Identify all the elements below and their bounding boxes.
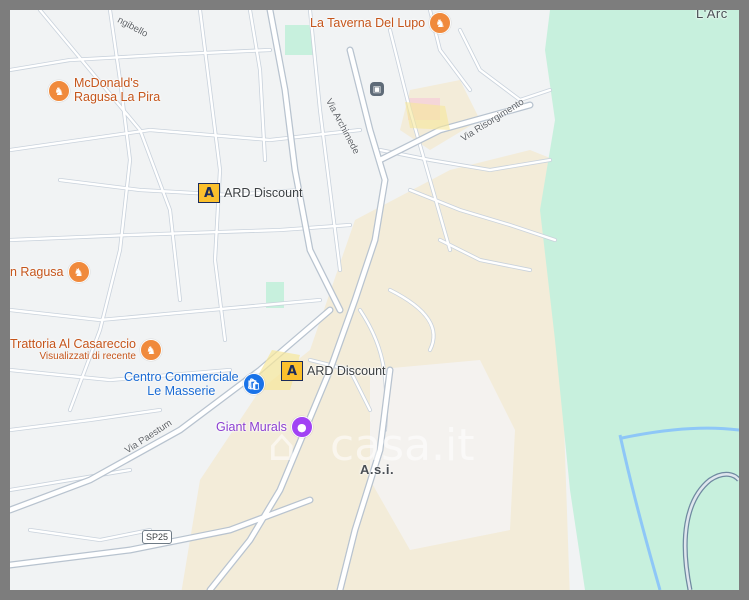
shopping-bag-icon: 🛍 [242, 373, 265, 395]
watermark-text: casa.it [330, 420, 475, 471]
poi-label: ARD Discount [307, 364, 386, 378]
poi-centro-commerciale-le-masserie[interactable]: Centro Commerciale Le Masserie 🛍 [124, 370, 265, 398]
map-canvas[interactable]: ngibello Via Archimede Via Risorgimento … [10, 10, 739, 590]
poi-ard-discount-1[interactable]: A ARD Discount [198, 183, 303, 203]
poi-la-taverna-del-lupo[interactable]: La Taverna Del Lupo ♞ [310, 12, 452, 34]
poi-label: La Taverna Del Lupo [310, 16, 426, 30]
restaurant-icon: ♞ [48, 80, 70, 102]
watermark-logo: ⌂ [268, 420, 296, 471]
ard-logo-icon: A [281, 361, 303, 381]
poi-ragusa-restaurant[interactable]: n Ragusa ♞ [10, 261, 90, 283]
poi-label: Trattoria Al Casareccio [10, 337, 136, 351]
restaurant-icon: ♞ [139, 339, 162, 361]
area-label-corner: L'Arc [696, 10, 728, 21]
poi-label-line1: Centro Commerciale [124, 370, 239, 384]
ard-logo-icon: A [198, 183, 220, 203]
restaurant-icon: ♞ [67, 261, 90, 283]
poi-mcdonalds[interactable]: ♞ McDonald's Ragusa La Pira [48, 76, 160, 104]
poi-sublabel: Visualizzati di recente [39, 351, 136, 362]
restaurant-icon: ♞ [429, 12, 452, 34]
poi-label-line2: Ragusa La Pira [74, 90, 161, 104]
poi-ard-discount-2[interactable]: A ARD Discount [281, 361, 386, 381]
poi-trattoria-al-casareccio[interactable]: Trattoria Al Casareccio Visualizzati di … [10, 337, 162, 362]
poi-giant-murals[interactable]: Giant Murals ● [216, 416, 313, 438]
poi-label: ARD Discount [224, 186, 303, 200]
poi-label-line1: McDonald's [74, 76, 139, 90]
train-station-icon[interactable]: ▣ [370, 82, 384, 96]
poi-label-line2: Le Masserie [147, 384, 216, 398]
poi-label: n Ragusa [10, 265, 64, 279]
road-shield-sp25: SP25 [142, 530, 173, 544]
